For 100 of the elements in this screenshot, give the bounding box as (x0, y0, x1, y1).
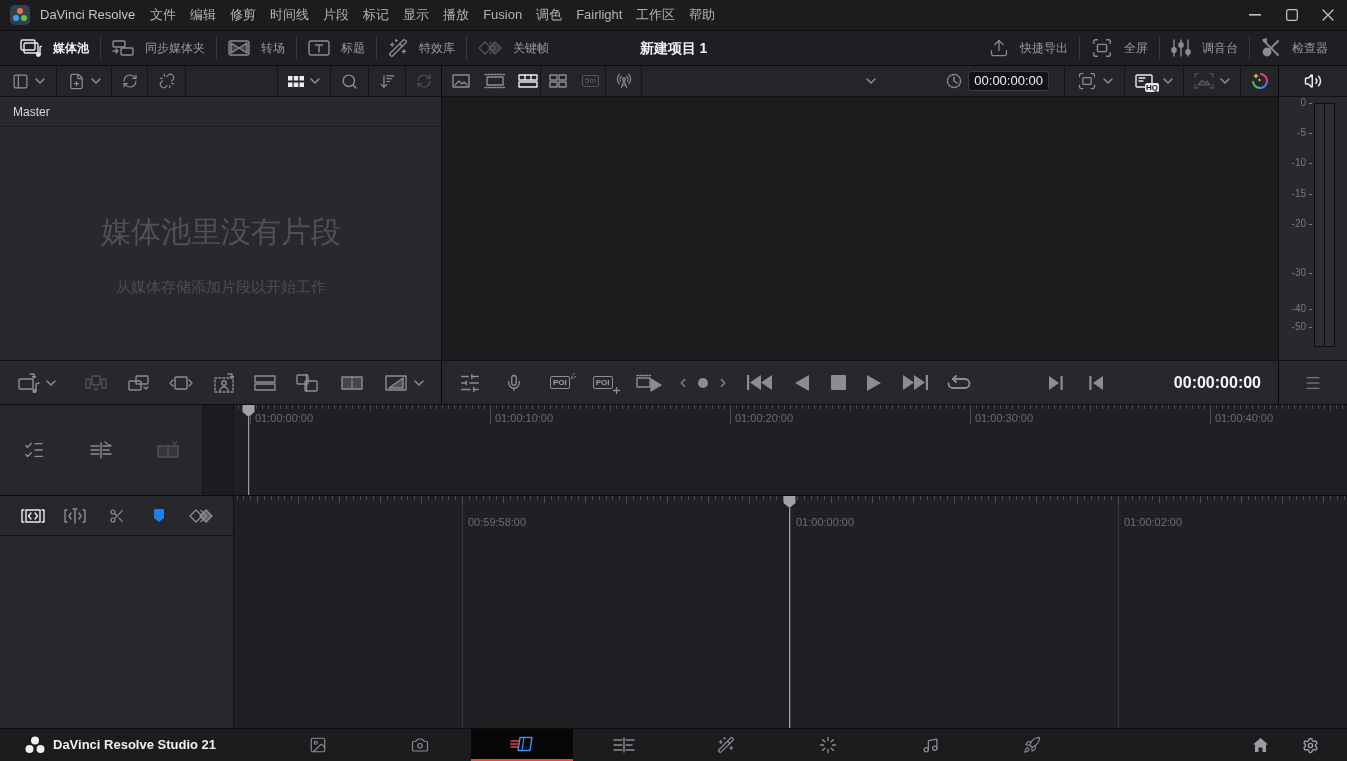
home-icon[interactable] (1253, 738, 1268, 752)
menu-item[interactable]: 片段 (316, 0, 357, 30)
picture-frame-icon[interactable] (385, 374, 407, 391)
overlapping-clips-icon[interactable] (128, 374, 150, 391)
clock-icon[interactable] (946, 73, 963, 89)
timecode-field[interactable]: 00:00:00:00 (968, 71, 1049, 91)
blade-marker-icon[interactable] (90, 441, 112, 459)
dynamic-trim-icon[interactable] (64, 507, 86, 524)
music-note-icon[interactable] (921, 736, 939, 754)
sync-arrows-icon[interactable] (121, 73, 138, 89)
sliders-icon[interactable] (459, 371, 481, 394)
unlink-icon[interactable] (158, 73, 175, 89)
crossed-tools-icon[interactable] (1261, 38, 1281, 58)
upload-icon[interactable] (989, 38, 1009, 58)
menu-item[interactable]: 文件 (143, 0, 184, 30)
photos-music-icon[interactable] (20, 39, 42, 57)
gradient-split-icon[interactable] (341, 375, 363, 390)
mixer-sliders-icon[interactable] (1171, 39, 1191, 57)
transition-icon[interactable] (228, 40, 250, 56)
playhead[interactable] (783, 496, 796, 728)
playhead[interactable] (242, 405, 255, 495)
speaker-icon[interactable] (1304, 72, 1322, 90)
close-icon[interactable] (1322, 9, 1334, 21)
fullscreen-button[interactable]: 全屏 (1080, 31, 1159, 65)
transitions-button[interactable]: 转场 (217, 31, 296, 65)
microphone-icon[interactable] (505, 373, 523, 392)
split-clips-icon[interactable] (296, 373, 318, 392)
sync-bin-button[interactable]: 同步媒体夹 (101, 31, 216, 65)
title-text-icon[interactable] (308, 40, 330, 56)
skip-forward-icon[interactable] (901, 375, 928, 390)
poi-button[interactable]: POI (592, 376, 613, 389)
three-clips-icon[interactable] (85, 374, 107, 391)
filmstrip-icon[interactable] (484, 73, 506, 89)
panel-toggle-icon[interactable] (11, 72, 29, 90)
menu-item[interactable]: 播放 (436, 0, 477, 30)
camera-icon[interactable] (411, 736, 429, 754)
timeline-bars-icon[interactable] (613, 737, 635, 753)
keyframe-diamonds-icon[interactable] (189, 508, 213, 523)
stacked-rectangles-icon[interactable] (254, 374, 276, 391)
chevron-down-icon[interactable] (46, 379, 56, 386)
list-view-icon[interactable] (518, 74, 538, 88)
chevron-down-icon[interactable] (34, 78, 45, 84)
titles-button[interactable]: 标题 (297, 31, 376, 65)
chevron-down-icon[interactable] (90, 78, 101, 84)
bin-name[interactable]: Master (13, 102, 50, 121)
antenna-icon[interactable] (615, 73, 632, 89)
flag-icon[interactable] (154, 509, 164, 522)
chevron-down-icon[interactable] (310, 78, 320, 84)
skip-back-icon[interactable] (746, 375, 773, 390)
chevron-down-icon[interactable] (1220, 78, 1230, 84)
chevron-down-icon[interactable] (1163, 78, 1173, 84)
keyframes-button[interactable]: 关键帧 (467, 31, 560, 65)
rocket-icon[interactable] (1023, 736, 1041, 754)
sort-icon[interactable] (378, 72, 396, 90)
menu-item[interactable]: 帮助 (682, 0, 723, 30)
fullscreen-icon[interactable] (1091, 37, 1113, 59)
fit-to-fill-icon[interactable] (169, 375, 193, 390)
image-icon[interactable] (309, 736, 327, 754)
menu-item[interactable]: 调色 (529, 0, 570, 30)
magic-wand-icon[interactable] (388, 38, 408, 58)
person-frame-icon[interactable] (214, 372, 236, 393)
menu-item[interactable]: Fusion (476, 0, 530, 30)
chevron-down-icon[interactable] (866, 78, 877, 84)
inspector-button[interactable]: 检查器 (1250, 31, 1339, 65)
mixer-button[interactable]: 调音台 (1160, 31, 1249, 65)
menu-item[interactable]: Fairlight (569, 0, 630, 30)
poi-button[interactable]: POI (550, 376, 570, 389)
grid-view-icon[interactable] (288, 75, 304, 87)
menu-item[interactable]: 时间线 (263, 0, 317, 30)
menu-item[interactable]: 编辑 (183, 0, 224, 30)
menu-item[interactable]: 显示 (396, 0, 437, 30)
media-pool-button[interactable]: 媒体池 (9, 31, 100, 65)
maximize-icon[interactable] (1286, 9, 1298, 21)
quick-export-button[interactable]: 快捷导出 (978, 31, 1079, 65)
chevron-down-icon[interactable] (1102, 78, 1113, 84)
dotted-circle-icon[interactable] (819, 736, 837, 754)
plus-icon[interactable] (612, 387, 620, 394)
effects-button[interactable]: 特效库 (377, 31, 466, 65)
loop-icon[interactable] (946, 374, 971, 391)
menu-item[interactable]: 修剪 (223, 0, 264, 30)
clip-sync-icon[interactable] (157, 441, 180, 459)
stop-icon[interactable] (830, 375, 846, 390)
trim-brackets-icon[interactable] (21, 508, 45, 523)
page-tab[interactable] (471, 729, 573, 761)
sparkle-rays-icon[interactable] (570, 373, 577, 380)
reverse-play-icon[interactable] (794, 374, 809, 391)
color-wheel-sparkle-icon[interactable] (1250, 72, 1269, 90)
filmstrip-play-icon[interactable] (635, 373, 662, 392)
magic-wand-icon[interactable] (717, 736, 735, 754)
scissors-icon[interactable] (109, 507, 125, 524)
edit-clip-icon[interactable] (510, 736, 534, 752)
menu-item[interactable]: 工作区 (629, 0, 683, 30)
image-icon[interactable] (452, 74, 470, 88)
menu-item[interactable]: 标记 (356, 0, 397, 30)
chevron-down-icon[interactable] (414, 379, 424, 386)
play-icon[interactable] (866, 374, 881, 391)
clip-music-icon[interactable] (18, 372, 42, 393)
dot-icon[interactable] (697, 377, 708, 388)
step-to-end-icon[interactable] (1048, 374, 1063, 391)
fit-frame-icon[interactable] (1076, 71, 1097, 91)
